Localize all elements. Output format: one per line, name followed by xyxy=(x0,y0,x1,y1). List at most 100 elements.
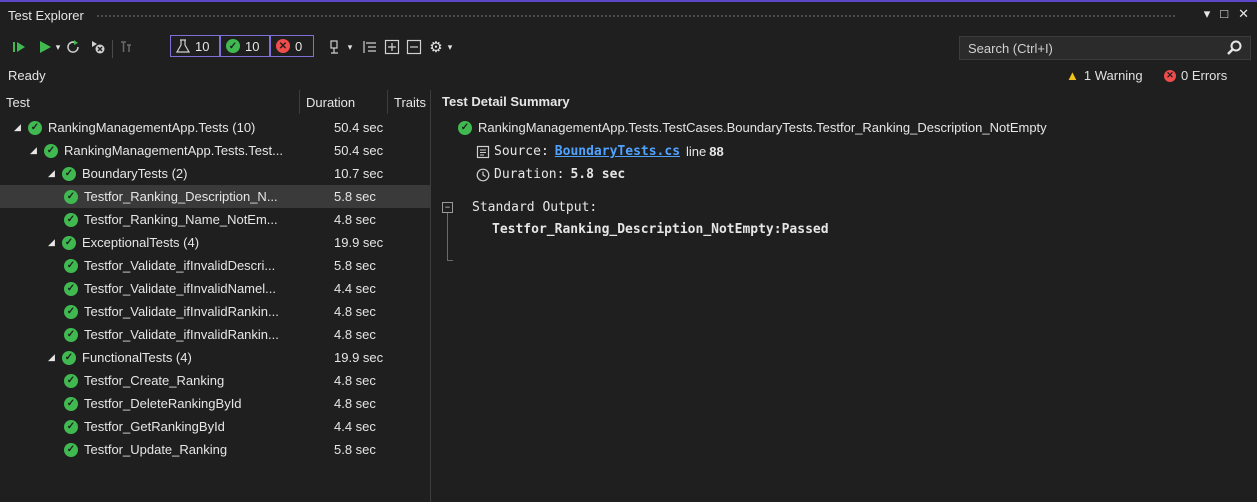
window-title: Test Explorer xyxy=(8,8,84,23)
document-icon xyxy=(476,145,490,158)
tree-row[interactable]: ✓ Testfor_Update_Ranking 5.8 sec xyxy=(0,438,430,461)
passed-icon: ✓ xyxy=(28,120,42,135)
tree-row-content: ✓ Testfor_DeleteRankingById xyxy=(64,396,242,411)
passed-icon: ✓ xyxy=(64,258,78,273)
close-icon[interactable]: ✕ xyxy=(1238,6,1249,22)
tree-row-label: Testfor_DeleteRankingById xyxy=(84,396,242,411)
clock-icon xyxy=(476,168,490,181)
passed-count: 10 xyxy=(245,38,260,54)
passed-icon: ✓ xyxy=(62,166,76,181)
tree-row-duration: 4.8 sec xyxy=(334,396,376,411)
output-guide-line xyxy=(447,213,448,261)
tree-row-content: ✓ Testfor_Validate_ifInvalidRankin... xyxy=(64,327,279,342)
filter-icon[interactable] xyxy=(118,39,134,55)
tree-row-label: ExceptionalTests (4) xyxy=(82,235,200,250)
warnings-indicator[interactable]: ▲ 1 Warning xyxy=(1066,68,1143,83)
settings-dropdown-icon[interactable]: ▾ xyxy=(446,39,454,55)
tree-row-label: Testfor_Update_Ranking xyxy=(84,442,228,457)
expand-toggle-icon[interactable]: ◢ xyxy=(48,168,56,179)
tree-row-duration: 5.8 sec xyxy=(334,442,376,457)
search-input[interactable]: Search (Ctrl+I) xyxy=(959,36,1251,60)
failed-tests-counter[interactable]: ✕ 0 xyxy=(270,35,314,57)
tree-row[interactable]: ✓ Testfor_Validate_ifInvalidRankin... 4.8 … xyxy=(0,300,430,323)
collapse-all-icon[interactable] xyxy=(406,39,422,55)
column-header-duration-label: Duration xyxy=(306,94,356,110)
playlist-icon[interactable] xyxy=(328,39,344,55)
tree-row[interactable]: ✓ Testfor_Validate_ifInvalidNamel... 4.4 s… xyxy=(0,277,430,300)
repeat-run-icon[interactable] xyxy=(66,39,82,55)
tree-row-duration: 4.4 sec xyxy=(334,281,376,296)
tree-row[interactable]: ✓ Testfor_GetRankingById 4.4 sec xyxy=(0,415,430,438)
output-label-text: Standard Output: xyxy=(472,200,598,215)
output-label: Standard Output: xyxy=(472,200,597,215)
tree-row[interactable]: ✓ Testfor_Validate_ifInvalidRankin... 4.8 … xyxy=(0,323,430,346)
column-header-test[interactable]: Test xyxy=(0,90,300,114)
tree-row-duration: 4.8 sec xyxy=(334,373,376,388)
failed-icon: ✕ xyxy=(276,39,290,53)
run-dropdown-icon[interactable]: ▾ xyxy=(54,39,62,55)
errors-count: 0 Errors xyxy=(1181,68,1228,83)
errors-indicator[interactable]: ✕ 0 Errors xyxy=(1164,68,1227,83)
source-line-number: 88 xyxy=(709,144,724,159)
title-bar: Test Explorer ▾ □ ✕ xyxy=(0,0,1257,30)
tree-row[interactable]: ✓ Testfor_DeleteRankingById 4.8 sec xyxy=(0,392,430,415)
tree-row[interactable]: ◢ ✓ FunctionalTests (4) 19.9 sec xyxy=(0,346,430,369)
tree-row[interactable]: ◢ ✓ RankingManagementApp.Tests.Test... 50.4… xyxy=(0,139,430,162)
playlist-dropdown-icon[interactable]: ▾ xyxy=(346,39,354,55)
output-guide-end xyxy=(447,260,453,261)
tree-row-label: RankingManagementApp.Tests (10) xyxy=(48,120,256,135)
tree-row-duration: 50.4 sec xyxy=(334,143,384,158)
drag-grip[interactable] xyxy=(96,14,1177,19)
tree-row-content: ✓ Testfor_Ranking_Name_NotEm... xyxy=(64,212,278,227)
passed-icon: ✓ xyxy=(64,189,78,204)
tree-row-label: Testfor_Validate_ifInvalidDescri... xyxy=(84,258,276,273)
tree-row-label: Testfor_Create_Ranking xyxy=(84,373,225,388)
passed-icon: ✓ xyxy=(64,373,78,388)
tree-row-content: ◢ ✓ FunctionalTests (4) xyxy=(48,350,192,365)
search-placeholder: Search (Ctrl+I) xyxy=(968,41,1053,56)
tree-row[interactable]: ◢ ✓ ExceptionalTests (4) 19.9 sec xyxy=(0,231,430,254)
expand-toggle-icon[interactable]: ◢ xyxy=(48,237,56,248)
settings-gear-icon[interactable]: ⚙ xyxy=(428,39,444,56)
collapse-output-icon[interactable]: − xyxy=(442,202,453,213)
total-tests-counter[interactable]: 10 xyxy=(170,35,220,57)
source-line-label: line xyxy=(686,144,707,159)
passed-icon: ✓ xyxy=(44,143,58,158)
passed-tests-counter[interactable]: ✓ 10 xyxy=(220,35,270,57)
expand-toggle-icon[interactable]: ◢ xyxy=(48,352,56,363)
detail-test-name: ✓ RankingManagementApp.Tests.TestCases.B… xyxy=(458,120,1047,135)
tree-row-label: FunctionalTests (4) xyxy=(82,350,192,365)
tree-row-content: ✓ Testfor_Validate_ifInvalidDescri... xyxy=(64,258,275,273)
expand-all-icon[interactable] xyxy=(384,39,400,55)
run-icon[interactable] xyxy=(38,39,52,55)
search-icon[interactable] xyxy=(1226,39,1244,60)
run-all-icon[interactable] xyxy=(12,39,26,55)
tree-row-duration: 4.8 sec xyxy=(334,304,376,319)
tree-row[interactable]: ◢ ✓ BoundaryTests (2) 10.7 sec xyxy=(0,162,430,185)
tree-row[interactable]: ✓ Testfor_Ranking_Description_N... 5.8 sec xyxy=(0,185,430,208)
expand-toggle-icon[interactable]: ◢ xyxy=(14,122,22,133)
column-header-duration[interactable]: Duration xyxy=(300,90,388,114)
tree-row[interactable]: ✓ Testfor_Validate_ifInvalidDescri... 5.8 … xyxy=(0,254,430,277)
tree-row[interactable]: ✓ Testfor_Ranking_Name_NotEm... 4.8 sec xyxy=(0,208,430,231)
column-header-test-label: Test xyxy=(6,94,30,110)
tree-row-label: BoundaryTests (2) xyxy=(82,166,188,181)
detail-full-name[interactable]: RankingManagementApp.Tests.TestCases.Bou… xyxy=(478,120,1047,135)
passed-icon: ✓ xyxy=(64,304,78,319)
tree-row[interactable]: ✓ Testfor_Create_Ranking 4.8 sec xyxy=(0,369,430,392)
maximize-icon[interactable]: □ xyxy=(1220,6,1228,22)
duration-label: Duration: xyxy=(494,167,565,182)
passed-icon: ✓ xyxy=(64,212,78,227)
output-text-value[interactable]: Testfor_Ranking_Description_NotEmpty:Pas… xyxy=(492,222,829,237)
toolbar-separator xyxy=(112,40,113,58)
cancel-run-icon[interactable] xyxy=(90,39,106,55)
tree-row-label: RankingManagementApp.Tests.Test... xyxy=(64,143,283,158)
dropdown-icon[interactable]: ▾ xyxy=(1204,6,1211,22)
tree-row-label: Testfor_Validate_ifInvalidNamel... xyxy=(84,281,276,296)
tree-row[interactable]: ◢ ✓ RankingManagementApp.Tests (10) 50.4 se… xyxy=(0,116,430,139)
source-file-link[interactable]: BoundaryTests.cs xyxy=(555,144,680,159)
expand-toggle-icon[interactable]: ◢ xyxy=(30,145,38,156)
column-header-traits[interactable]: Traits xyxy=(388,90,430,114)
tree-row-content: ✓ Testfor_Update_Ranking xyxy=(64,442,227,457)
group-by-icon[interactable] xyxy=(362,39,378,55)
